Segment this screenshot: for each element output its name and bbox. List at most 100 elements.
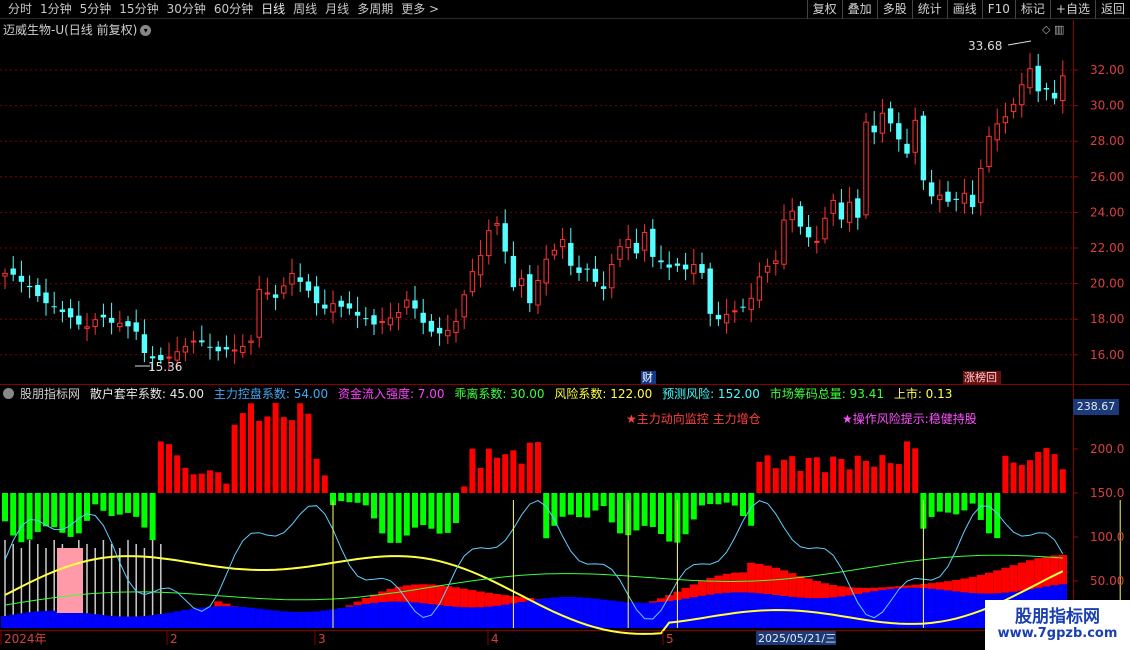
red-bar xyxy=(502,454,509,493)
blue-volume-bar xyxy=(181,609,190,628)
candle-up xyxy=(494,223,500,226)
green-bar xyxy=(444,493,451,533)
green-bar xyxy=(403,493,410,536)
candle-up xyxy=(256,288,262,338)
red-volume-bar xyxy=(829,584,838,598)
blue-volume-bar xyxy=(238,606,247,628)
candle-up xyxy=(641,231,648,251)
red-bar xyxy=(879,455,886,493)
panel-toggle-icon[interactable]: ▥ xyxy=(1054,23,1064,36)
red-bar xyxy=(510,450,517,493)
candle-down xyxy=(199,340,205,343)
red-bar xyxy=(772,468,779,493)
indicator-settings-icon[interactable] xyxy=(3,388,14,399)
blue-volume-bar xyxy=(99,615,108,628)
candle-up xyxy=(625,239,631,248)
red-bar xyxy=(813,457,820,493)
candle-down xyxy=(928,182,935,197)
price-tick-label: 24.00 xyxy=(1090,205,1124,219)
red-bar xyxy=(190,474,197,493)
candle-up xyxy=(756,276,763,301)
red-volume-bar xyxy=(460,588,469,608)
green-bar xyxy=(658,493,664,534)
candle-down xyxy=(223,347,230,350)
candle-down xyxy=(125,321,131,327)
blue-volume-bar xyxy=(558,597,567,628)
chevron-down-icon[interactable]: ▾ xyxy=(140,25,152,36)
pink-block xyxy=(57,548,83,613)
green-bar xyxy=(346,493,353,503)
candle-up xyxy=(617,246,623,260)
red-bar xyxy=(871,466,878,493)
red-bar xyxy=(215,472,222,493)
candle-down xyxy=(969,194,976,208)
candle-down xyxy=(420,312,426,323)
indicator-tick-label: 150.0 xyxy=(1090,486,1124,500)
green-bar xyxy=(592,493,599,511)
red-volume-bar xyxy=(878,587,887,590)
blue-volume-bar xyxy=(911,587,920,628)
red-volume-bar xyxy=(985,572,994,594)
stock-title[interactable]: 迈威生物-U(日线 前复权) ▾ xyxy=(3,21,152,38)
date-label: 4 xyxy=(491,632,499,646)
candle-up xyxy=(814,240,820,243)
indicator-name[interactable]: 股朋指标网 xyxy=(20,387,80,401)
candle-up xyxy=(469,271,476,293)
blue-volume-bar xyxy=(279,611,288,628)
candle-down xyxy=(51,306,57,308)
candle-down xyxy=(26,285,33,288)
red-bar xyxy=(166,444,172,493)
blue-volume-bar xyxy=(288,611,297,628)
indicator-tick-label: 200.0 xyxy=(1090,442,1124,456)
green-bar xyxy=(338,493,345,502)
blue-volume-bar xyxy=(124,616,133,628)
candle-down xyxy=(576,267,582,273)
candle-down xyxy=(650,228,656,257)
watermark-title: 股朋指标网 xyxy=(1015,607,1100,627)
candle-down xyxy=(527,274,533,304)
legend-item: 资金流入强度: 7.00 xyxy=(337,387,445,401)
green-bar xyxy=(133,493,140,517)
legend-item: 上市: 0.13 xyxy=(893,387,953,401)
candle-down xyxy=(600,286,607,289)
blue-volume-bar xyxy=(66,611,75,628)
candle-up xyxy=(773,260,779,264)
candle-up xyxy=(863,121,869,216)
green-bar xyxy=(75,493,82,534)
red-volume-bar xyxy=(812,581,821,599)
red-volume-bar xyxy=(804,578,813,599)
indicator-tick-label: 100.0 xyxy=(1090,530,1124,544)
blue-volume-bar xyxy=(222,606,231,628)
blue-volume-bar xyxy=(394,601,403,628)
blue-volume-bar xyxy=(493,605,502,628)
candle-up xyxy=(477,255,484,276)
kline-chart[interactable]: 33.6815.36财 涨榜回 ★主力动向监控 主力增仓 ★操作风险提示:稳健持股 … xyxy=(0,0,1130,650)
green-bar xyxy=(2,493,8,522)
candle-down xyxy=(322,304,328,309)
green-bar xyxy=(567,493,574,515)
green-bar xyxy=(141,493,148,528)
red-volume-bar xyxy=(730,572,739,593)
candle-up xyxy=(248,340,254,343)
candle-up xyxy=(978,167,984,203)
red-bar xyxy=(485,448,492,493)
candle-up xyxy=(551,249,558,256)
candle-down xyxy=(838,202,845,220)
candle-up xyxy=(395,312,402,318)
blue-volume-bar xyxy=(714,593,723,628)
candle-down xyxy=(953,198,959,200)
candle-down xyxy=(568,242,574,266)
finance-tag-label: 财 xyxy=(642,370,653,384)
price-tick-label: 28.00 xyxy=(1090,134,1124,148)
red-bar xyxy=(477,467,484,493)
diamond-icon[interactable]: ◇ xyxy=(1042,23,1050,36)
price-tick-label: 18.00 xyxy=(1090,312,1124,326)
candle-down xyxy=(633,242,640,254)
blue-volume-bar xyxy=(476,607,485,628)
red-volume-bar xyxy=(968,576,977,594)
blue-volume-bar xyxy=(386,601,395,628)
indicator-tick-label: 50.00 xyxy=(1090,574,1124,588)
red-volume-bar xyxy=(944,581,953,591)
blue-volume-bar xyxy=(230,606,239,628)
red-volume-bar xyxy=(722,573,731,593)
